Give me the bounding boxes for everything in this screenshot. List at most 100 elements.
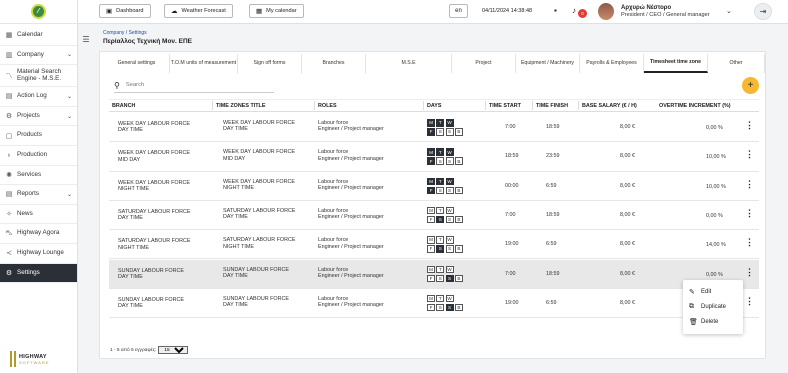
dashboard-button[interactable]: ▣ Dashboard (99, 4, 151, 18)
tab-m-s-e[interactable]: M.S.E (366, 54, 452, 73)
day-toggle[interactable]: T (436, 119, 445, 127)
day-toggle[interactable]: M (427, 236, 435, 244)
more-vertical-icon[interactable]: ⋮ (745, 150, 754, 159)
day-toggle[interactable]: W (445, 265, 454, 273)
app-logo[interactable]: ⁄ (31, 4, 46, 19)
sidebar-item-calendar[interactable]: ▦ Calendar (0, 26, 77, 46)
sidebar-item-company[interactable]: ▥ Company ⌄ (0, 46, 77, 66)
day-toggle[interactable]: S (445, 128, 454, 136)
more-vertical-icon[interactable]: ⋮ (745, 208, 754, 218)
day-toggle[interactable]: M (427, 206, 435, 215)
day-toggle[interactable]: W (445, 148, 454, 156)
tab-general-settings[interactable]: General settings (104, 54, 170, 73)
day-toggle[interactable]: S (445, 215, 454, 224)
day-toggle[interactable]: S (436, 215, 445, 224)
table-row[interactable]: SATURDAY LABOUR FORCE DAY TIME SATURDAY L… (109, 201, 759, 231)
my-calendar-button[interactable]: ▦ My calendar (249, 4, 304, 18)
edit-menu-item[interactable]: ✎ Edit (683, 284, 743, 299)
sidebar-item-settings[interactable]: ⚙ Settings (0, 263, 77, 284)
chevron-down-icon[interactable]: ⌄ (726, 7, 732, 15)
duplicate-menu-item[interactable]: ⧉ Duplicate (683, 299, 743, 314)
day-toggle[interactable]: M (427, 265, 435, 273)
day-toggle[interactable]: T (436, 148, 445, 156)
more-vertical-icon[interactable]: ⋮ (745, 121, 754, 130)
tab-project[interactable]: Project (452, 54, 516, 73)
day-toggle[interactable]: B (454, 245, 463, 253)
more-vertical-icon[interactable]: ⋮ (745, 296, 754, 306)
tab-other[interactable]: Other (708, 54, 765, 73)
day-toggle[interactable]: F (427, 128, 435, 136)
day-toggle[interactable]: B (454, 128, 463, 136)
avatar[interactable] (598, 3, 614, 20)
day-toggle[interactable]: S (436, 274, 445, 282)
tab-t-o-m-units-of-measurement[interactable]: T.O.M units of measurement (170, 54, 238, 73)
day-toggle[interactable]: W (445, 177, 454, 186)
day-toggle[interactable]: F (427, 303, 435, 312)
sidebar-item-highway-lounge[interactable]: ≺ Highway Lounge (0, 244, 77, 264)
day-toggle[interactable]: F (427, 157, 435, 165)
logout-icon[interactable]: ⇥ (754, 3, 772, 20)
day-toggle[interactable]: S (436, 186, 445, 195)
per-page-select[interactable]: 15 (158, 346, 189, 354)
sidebar-toggle-icon[interactable]: ☰ (80, 34, 92, 44)
day-toggle[interactable]: F (427, 274, 435, 282)
day-toggle[interactable]: B (454, 274, 463, 282)
add-button[interactable]: + (742, 77, 759, 94)
day-toggle[interactable]: T (436, 236, 445, 244)
day-toggle[interactable]: W (445, 236, 454, 244)
tab-equipment-machinery[interactable]: Equipment / Machinery (516, 54, 580, 73)
day-toggle[interactable]: F (427, 186, 435, 195)
day-toggle[interactable]: B (454, 303, 463, 312)
day-toggle[interactable]: S (445, 157, 454, 165)
sidebar-item-projects[interactable]: ⚙ Projects ⌄ (0, 107, 77, 127)
table-row[interactable]: WEEK DAY LABOUR FORCE DAY TIME WEEK DAY L… (109, 113, 759, 143)
delete-menu-item[interactable]: 🗑 Delete (683, 314, 743, 329)
table-row[interactable]: SATURDAY LABOUR FORCE NIGHT TIME SATURDAY… (109, 230, 759, 260)
sidebar-item-reports[interactable]: ▤ Reports ⌄ (0, 185, 77, 205)
day-toggle[interactable]: W (445, 206, 454, 215)
tab-timesheet-time-zone[interactable]: Timesheet time zone (644, 54, 708, 73)
search-input[interactable] (125, 82, 256, 88)
day-toggle[interactable]: F (427, 245, 435, 253)
sidebar-item-services[interactable]: ✺ Services (0, 166, 77, 186)
day-toggle[interactable]: T (436, 294, 445, 303)
day-toggle[interactable]: F (427, 215, 435, 224)
day-toggle[interactable]: S (445, 186, 454, 195)
day-toggle[interactable]: S (436, 157, 445, 165)
tab-branches[interactable]: Branches (302, 54, 366, 73)
more-vertical-icon[interactable]: ⋮ (745, 179, 754, 189)
day-toggle[interactable]: B (454, 215, 463, 224)
day-toggle[interactable]: M (427, 177, 435, 186)
day-toggle[interactable]: S (445, 245, 454, 253)
chat-icon[interactable]: ▪ (554, 6, 557, 15)
day-toggle[interactable]: B (454, 186, 463, 195)
tab-sign-off-forms[interactable]: Sign off forms (238, 54, 302, 73)
day-toggle[interactable]: M (427, 294, 435, 303)
sidebar-item-production[interactable]: ♁ Production (0, 146, 77, 166)
day-toggle[interactable]: B (454, 157, 463, 165)
day-toggle[interactable]: S (445, 274, 454, 282)
table-row[interactable]: WEEK DAY LABOUR FORCE NIGHT TIME WEEK DAY… (109, 172, 759, 201)
table-row[interactable]: WEEK DAY LABOUR FORCE MID DAY WEEK DAY LA… (109, 142, 759, 172)
day-toggle[interactable]: M (427, 148, 435, 156)
weather-button[interactable]: ☁ Weather Forecast (164, 4, 233, 18)
breadcrumb[interactable]: Company / Settings (103, 30, 147, 36)
bell-icon[interactable]: ♪ (572, 6, 576, 15)
tab-payrolls-employees[interactable]: Payrolls & Employees (580, 54, 644, 73)
sidebar-item-products[interactable]: ▢ Products (0, 126, 77, 146)
day-toggle[interactable]: W (445, 294, 454, 303)
sidebar-item-news[interactable]: ✧ News (0, 205, 77, 225)
table-row[interactable]: SUNDAY LABOUR FORCE DAY TIME SUNDAY LABOU… (109, 259, 759, 289)
day-toggle[interactable]: S (436, 303, 445, 312)
sidebar-item-highway-agora[interactable]: ⛍ Highway Agora (0, 224, 77, 244)
language-selector[interactable]: en (449, 4, 468, 18)
sidebar-item-material-search-engine-m-s-e[interactable]: 〽 Material Search Engine - M.S.E. (0, 65, 77, 88)
day-toggle[interactable]: S (436, 245, 445, 253)
day-toggle[interactable]: T (436, 206, 445, 215)
more-vertical-icon[interactable]: ⋮ (745, 238, 754, 247)
day-toggle[interactable]: T (436, 177, 445, 186)
table-row[interactable]: SUNDAY LABOUR FORCE DAY TIME SUNDAY LABOU… (109, 289, 759, 319)
more-vertical-icon[interactable]: ⋮ (745, 267, 754, 277)
day-toggle[interactable]: S (436, 128, 445, 136)
day-toggle[interactable]: S (445, 303, 454, 312)
